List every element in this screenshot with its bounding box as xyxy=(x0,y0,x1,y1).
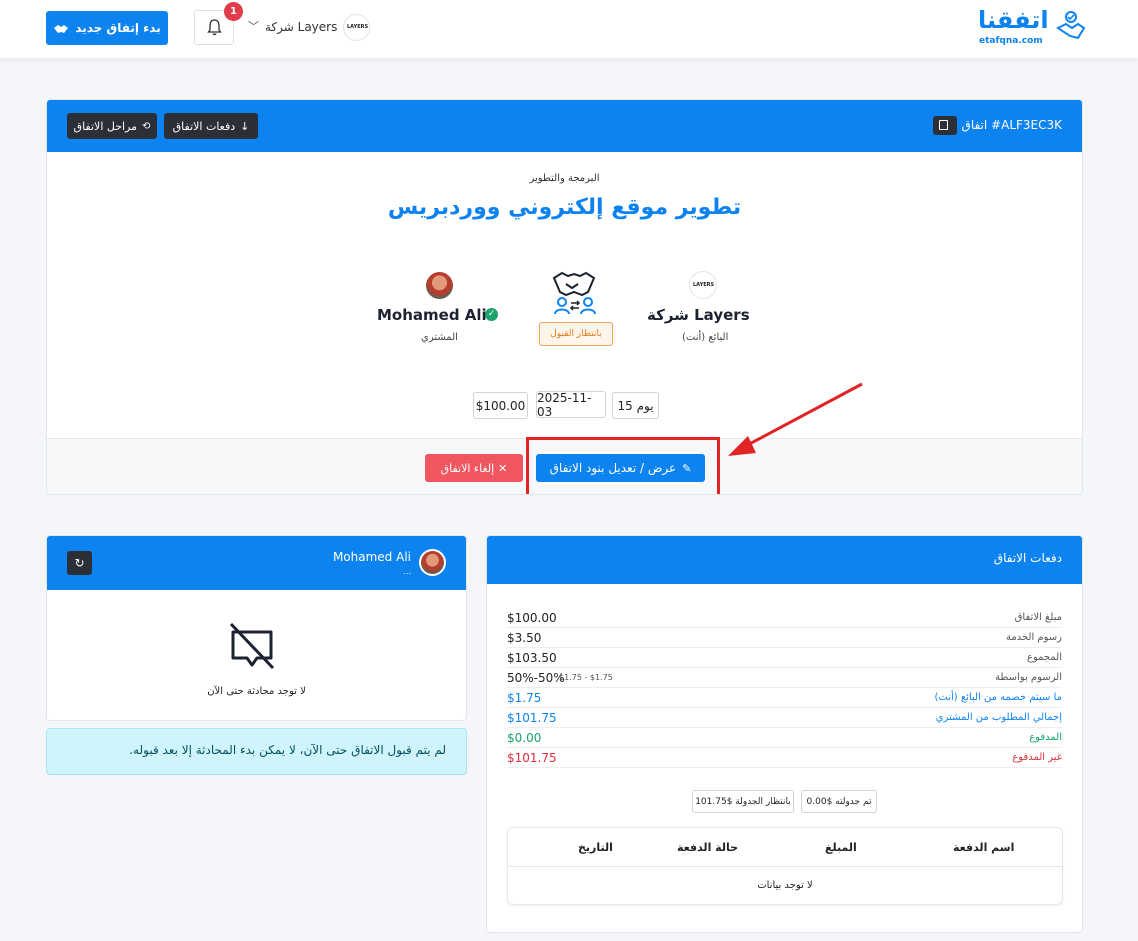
stages-button[interactable]: مراحل الاتفاق ⟲ xyxy=(67,113,157,139)
top-bar: اتفقنا etafqna.com بدء إتفاق جديد 1 ﹀ شر… xyxy=(0,0,1138,58)
company-logo-text: LAYERS xyxy=(347,24,369,30)
buyer-avatar xyxy=(426,272,453,299)
handshake-icon xyxy=(54,25,69,33)
seller-role: البائع (أنت) xyxy=(682,332,729,343)
payment-summary-row: مبلغ الاتفاق $100.00 xyxy=(507,608,1062,628)
summary-value: $103.50 xyxy=(507,651,557,665)
date-chip: 2025-11-03 xyxy=(536,391,606,419)
close-icon: ✕ xyxy=(498,461,508,475)
pending-chip: بانتظار الجدولة $101.75 xyxy=(692,790,794,813)
chat-card: Mohamed Ali ... ↻ لا توجد محادثة حتى الآ… xyxy=(46,535,467,721)
refresh-icon: ↻ xyxy=(74,556,85,570)
deal-card: اتفاق #ALF3EC3K مراحل الاتفاق ⟲ دفعات ال… xyxy=(46,99,1083,495)
col-status: حالة الدفعة xyxy=(677,841,739,854)
summary-value: $100.00 xyxy=(507,611,557,625)
summary-label: غير المدفوع xyxy=(1012,752,1062,763)
payments-card-header: دفعات الاتفاق xyxy=(487,536,1082,584)
payment-summary-row: ما سيتم خصمه من البائع (أنت) $1.75 xyxy=(507,688,1062,708)
summary-value: $101.75 xyxy=(507,751,557,765)
deal-id: اتفاق #ALF3EC3K xyxy=(961,118,1062,132)
summary-label: الرسوم بواسطة xyxy=(995,672,1062,683)
seller-logo-text: LAYERS xyxy=(693,282,715,288)
deal-title: تطوير موقع إلكتروني ووردبريس xyxy=(387,195,742,220)
cancel-deal-button[interactable]: إلغاء الاتفاق ✕ xyxy=(425,454,523,482)
summary-extra: $1.75 - $1.75 xyxy=(559,673,613,682)
verified-icon: ✓ xyxy=(485,308,498,321)
new-deal-button[interactable]: بدء إتفاق جديد xyxy=(46,11,168,45)
new-deal-label: بدء إتفاق جديد xyxy=(75,21,161,35)
payments-title: دفعات الاتفاق xyxy=(993,551,1062,565)
payments-table: اسم الدفعة المبلغ حالة الدفعة التاريخ لا… xyxy=(507,827,1063,905)
chat-user-avatar xyxy=(419,549,446,576)
stages-label: مراحل الاتفاق xyxy=(73,119,138,133)
summary-value: $101.75 xyxy=(507,711,557,725)
summary-label: المدفوع xyxy=(1029,732,1062,743)
buyer-role: المشتري xyxy=(421,332,458,343)
copy-id-button[interactable] xyxy=(933,116,957,135)
payment-summary-row: الرسوم بواسطة 50%-50% $1.75 - $1.75 xyxy=(507,668,1062,688)
table-empty: لا توجد بيانات xyxy=(757,880,813,891)
status-badge: بانتظار القبول xyxy=(539,322,613,346)
chat-user-name: Mohamed Ali xyxy=(332,550,411,564)
annotation-arrow xyxy=(728,382,863,456)
handshake-icon xyxy=(552,271,596,315)
notification-badge: 1 xyxy=(224,2,243,21)
company-logo: LAYERS xyxy=(343,14,370,41)
payments-button[interactable]: دفعات الاتفاق ↓ xyxy=(164,113,258,139)
summary-value: $0.00 xyxy=(507,731,542,745)
chat-user-status: ... xyxy=(403,567,411,576)
refresh-button[interactable]: ↻ xyxy=(67,551,92,575)
seller-name: شركة Layers xyxy=(647,306,750,324)
buyer-name: Mohamed Ali xyxy=(377,306,487,324)
duration-chip: 15 يوم xyxy=(612,392,659,419)
summary-label: المجموع xyxy=(1027,652,1062,663)
scheduled-chip: تم جدولته $0.00 xyxy=(801,790,877,813)
chat-notice: لم يتم قبول الاتفاق حتى الآن، لا يمكن بد… xyxy=(46,728,467,775)
deal-category: البرمجة والتطوير xyxy=(529,173,600,184)
amount-chip: $100.00 xyxy=(473,392,528,419)
payment-summary-row: المجموع $103.50 xyxy=(507,648,1062,668)
company-switcher[interactable]: ﹀ شركة Layers LAYERS xyxy=(248,14,372,42)
col-payment-name: اسم الدفعة xyxy=(953,841,1015,854)
site-logo[interactable]: اتفقنا etafqna.com xyxy=(978,6,1088,50)
company-name: شركة Layers xyxy=(265,20,338,34)
logo-text: اتفقنا xyxy=(978,6,1049,34)
cancel-deal-label: إلغاء الاتفاق xyxy=(440,461,495,475)
summary-value: $1.75 xyxy=(507,691,542,705)
payment-summary-row: غير المدفوع $101.75 xyxy=(507,748,1062,768)
seller-logo: LAYERS xyxy=(689,271,717,299)
arrow-down-icon: ↓ xyxy=(240,119,250,133)
history-icon: ⟲ xyxy=(142,120,151,132)
no-chat-icon xyxy=(229,622,275,670)
summary-label: إجمالي المطلوب من المشتري xyxy=(935,712,1062,723)
payment-summary-row: رسوم الخدمة $3.50 xyxy=(507,628,1062,648)
col-date: التاريخ xyxy=(578,841,613,854)
copy-icon xyxy=(939,120,948,130)
deal-card-header: اتفاق #ALF3EC3K مراحل الاتفاق ⟲ دفعات ال… xyxy=(47,100,1082,152)
chat-card-header: Mohamed Ali ... ↻ xyxy=(47,536,466,590)
summary-value: 50%-50% xyxy=(507,671,565,685)
edit-deal-highlight xyxy=(526,437,720,494)
handshake-logo-icon xyxy=(1056,11,1086,40)
summary-label: مبلغ الاتفاق xyxy=(1014,612,1062,623)
bell-icon xyxy=(207,19,222,36)
payment-summary-row: المدفوع $0.00 xyxy=(507,728,1062,748)
summary-label: رسوم الخدمة xyxy=(1006,632,1062,643)
summary-label: ما سيتم خصمه من البائع (أنت) xyxy=(934,692,1062,703)
payments-label: دفعات الاتفاق xyxy=(172,119,236,133)
logo-sub: etafqna.com xyxy=(979,36,1043,46)
summary-value: $3.50 xyxy=(507,631,542,645)
no-chat-text: لا توجد محادثة حتى الآن xyxy=(207,686,306,697)
chevron-down-icon: ﹀ xyxy=(248,20,259,33)
payments-card: دفعات الاتفاق مبلغ الاتفاق $100.00 رسوم ال… xyxy=(486,535,1083,933)
table-header-row: اسم الدفعة المبلغ حالة الدفعة التاريخ xyxy=(508,828,1062,867)
col-amount: المبلغ xyxy=(825,841,857,854)
payment-summary-row: إجمالي المطلوب من المشتري $101.75 xyxy=(507,708,1062,728)
